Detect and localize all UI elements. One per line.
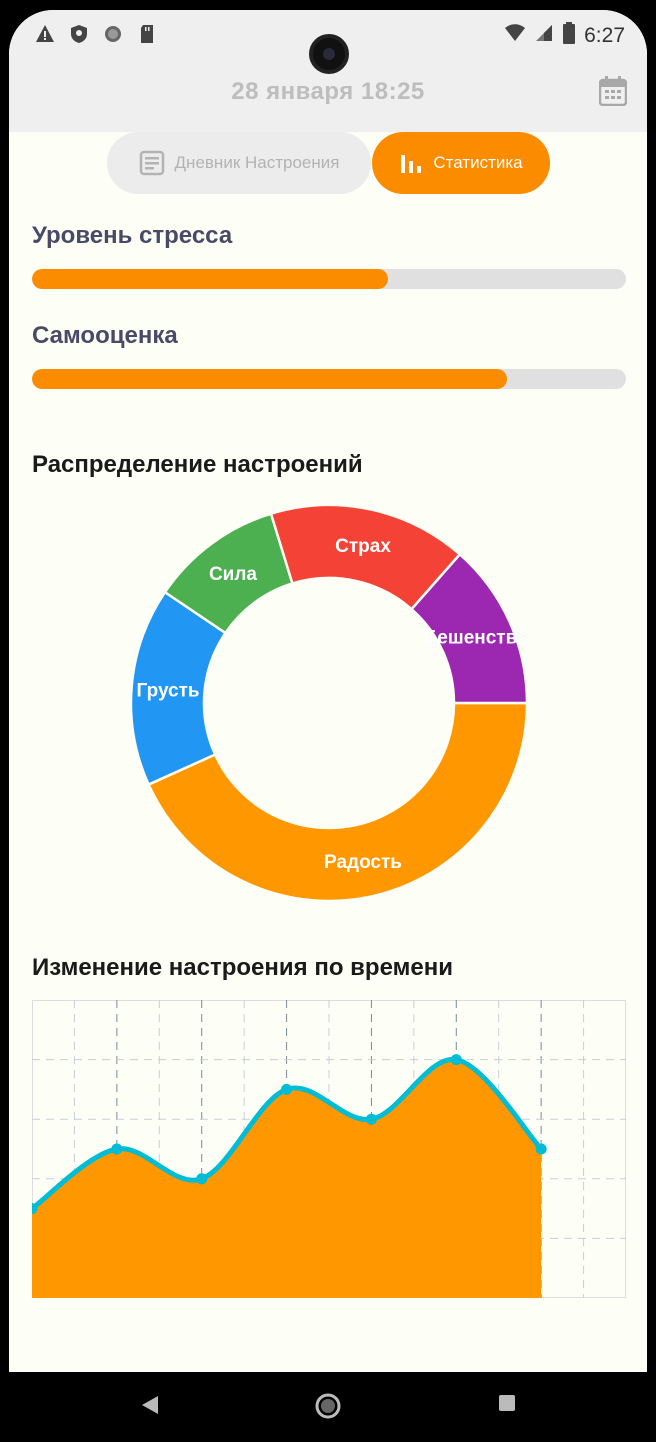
- header-date: 28 января 18:25: [231, 78, 425, 105]
- donut-slice-label: Радость: [324, 852, 402, 873]
- mood-data-point[interactable]: [281, 1083, 293, 1095]
- sd-card-icon: [137, 24, 157, 44]
- battery-icon: [562, 22, 576, 50]
- bar-chart-icon: [401, 155, 422, 173]
- warning-icon: [35, 24, 55, 44]
- tab-mood-diary-label: Дневник Настроения: [174, 153, 340, 172]
- front-camera: [309, 34, 349, 74]
- calendar-icon[interactable]: [599, 76, 627, 106]
- notes-icon: [139, 150, 164, 176]
- mood-data-point[interactable]: [365, 1113, 377, 1125]
- mood-data-point[interactable]: [111, 1143, 123, 1155]
- tab-bar: Дневник Настроения Статистика: [9, 132, 647, 196]
- distribution-title: Распределение настроений: [32, 451, 363, 478]
- tab-statistics[interactable]: Статистика: [372, 132, 550, 194]
- back-triangle-icon[interactable]: [140, 1394, 160, 1416]
- donut-slice-label: Бешенство: [424, 627, 529, 648]
- mood-distribution-donut-chart: Радость Грусть Сила Страх Бешенство: [129, 503, 529, 900]
- stress-title: Уровень стресса: [32, 222, 233, 249]
- donut-slice-label: Грусть: [137, 680, 200, 701]
- home-circle-icon[interactable]: [314, 1392, 342, 1420]
- tab-mood-diary[interactable]: Дневник Настроения: [107, 132, 371, 194]
- shield-icon: [69, 24, 89, 44]
- mood-data-point[interactable]: [450, 1054, 462, 1066]
- mood-data-point[interactable]: [535, 1143, 547, 1155]
- stress-progress-fill: [32, 269, 389, 289]
- mood-data-point[interactable]: [196, 1173, 208, 1185]
- app-screen: 6:27 28 января 18:25 Дневник Настроения …: [9, 10, 647, 1372]
- self-esteem-progress-bar: [32, 369, 626, 389]
- status-time: 6:27: [584, 24, 625, 47]
- self-esteem-title: Самооценка: [32, 322, 178, 349]
- recents-square-icon[interactable]: [498, 1394, 516, 1412]
- donut-slice-label: Страх: [335, 536, 391, 557]
- mood-area-fill: [32, 1059, 542, 1298]
- circle-icon: [103, 24, 123, 44]
- phone-frame: 6:27 28 января 18:25 Дневник Настроения …: [0, 0, 656, 1442]
- tab-statistics-label: Статистика: [433, 153, 523, 172]
- donut-slice-label: Сила: [209, 564, 257, 585]
- self-esteem-progress-fill: [32, 369, 508, 389]
- wifi-icon: [504, 23, 526, 49]
- stress-progress-bar: [32, 269, 626, 289]
- mood-timeline-area-chart: [32, 1000, 626, 1298]
- signal-icon: [534, 23, 554, 49]
- system-nav-bar: [0, 1372, 656, 1442]
- timeline-title: Изменение настроения по времени: [32, 954, 453, 981]
